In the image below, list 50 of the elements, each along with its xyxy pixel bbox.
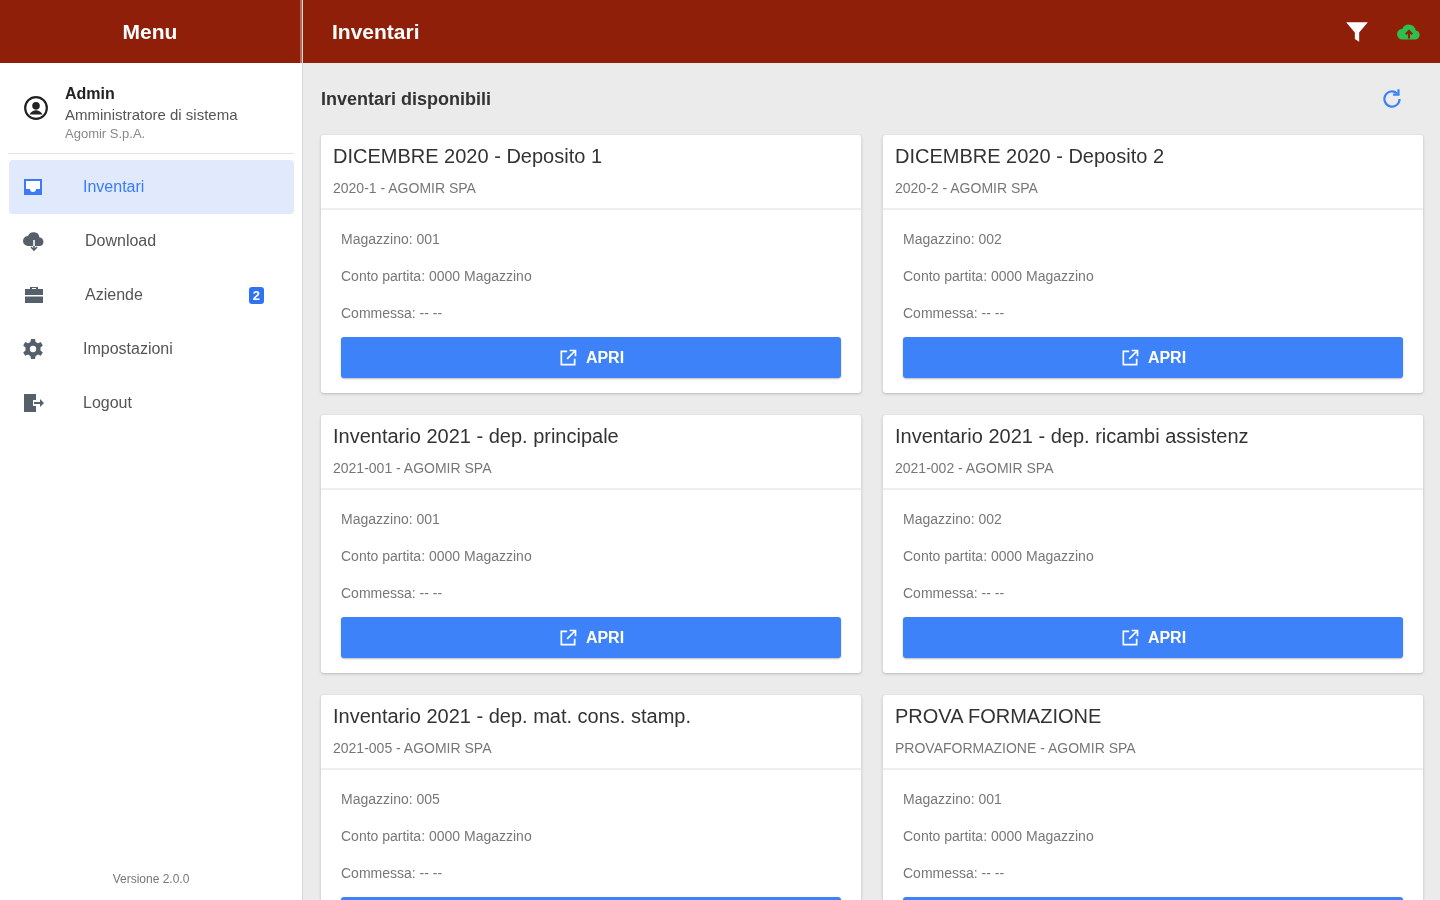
section-title: Inventari disponibili [321,88,491,110]
count-badge: 2 [248,286,264,304]
card-detail: Commessa: -- -- [341,584,443,601]
open-button[interactable]: APRI [341,337,841,378]
card-title: Inventario 2021 - dep. mat. cons. stamp. [333,705,692,728]
card-subtitle: 2021-002 - AGOMIR SPA [895,460,1055,476]
page-title: Inventari [332,19,421,44]
card-detail: Commessa: -- -- [341,304,443,321]
sidebar-item[interactable]: Download [9,214,294,268]
card-title: Inventario 2021 - dep. principale [333,425,620,448]
card-subtitle: PROVAFORMAZIONE - AGOMIR SPA [895,740,1137,756]
card-detail: Magazzino: 005 [341,790,440,807]
card-detail: Magazzino: 002 [903,510,1002,527]
card-detail: Commessa: -- -- [903,584,1005,601]
settings-icon [21,337,45,361]
card-detail: Commessa: -- -- [903,864,1005,881]
user-role: Amministratore di sistema [65,106,238,123]
menu-title: Menu [122,19,178,44]
sidebar-item[interactable]: Impostazioni [9,322,294,376]
card-title: PROVA FORMAZIONE [895,705,1103,728]
card-subtitle: 2020-2 - AGOMIR SPA [895,180,1039,196]
card-detail: Conto partita: 0000 Magazzino [341,267,532,284]
open-button[interactable]: APRI [903,337,1403,378]
sidebar-item[interactable]: Aziende 2 [9,268,294,322]
version-label: Versione 2.0.0 [111,872,191,888]
card-detail: Magazzino: 001 [341,230,440,247]
card-subtitle: 2021-001 - AGOMIR SPA [333,460,493,476]
sidebar-item[interactable]: Inventari [9,160,294,214]
user-icon [23,95,49,121]
sidebar-item[interactable]: Logout [9,376,294,430]
card-detail: Commessa: -- -- [341,864,443,881]
card-title: DICEMBRE 2020 - Deposito 2 [895,145,1165,168]
card-subtitle: 2020-1 - AGOMIR SPA [333,180,477,196]
logout-icon [21,391,45,415]
card-detail: Conto partita: 0000 Magazzino [903,827,1094,844]
card-detail: Conto partita: 0000 Magazzino [341,547,532,564]
open-button[interactable]: APRI [903,617,1403,658]
card-detail: Magazzino: 001 [341,510,440,527]
user-company: Agomir S.p.A. [65,126,147,141]
open-button[interactable]: APRI [341,617,841,658]
card-title: Inventario 2021 - dep. ricambi assistenz [895,425,1250,448]
card-detail: Commessa: -- -- [903,304,1005,321]
card-detail: Conto partita: 0000 Magazzino [341,827,532,844]
card-title: DICEMBRE 2020 - Deposito 1 [333,145,603,168]
card-subtitle: 2021-005 - AGOMIR SPA [333,740,493,756]
card-detail: Magazzino: 001 [903,790,1002,807]
card-detail: Conto partita: 0000 Magazzino [903,547,1094,564]
card-detail: Conto partita: 0000 Magazzino [903,267,1094,284]
user-name: Admin [65,85,116,103]
card-detail: Magazzino: 002 [903,230,1002,247]
